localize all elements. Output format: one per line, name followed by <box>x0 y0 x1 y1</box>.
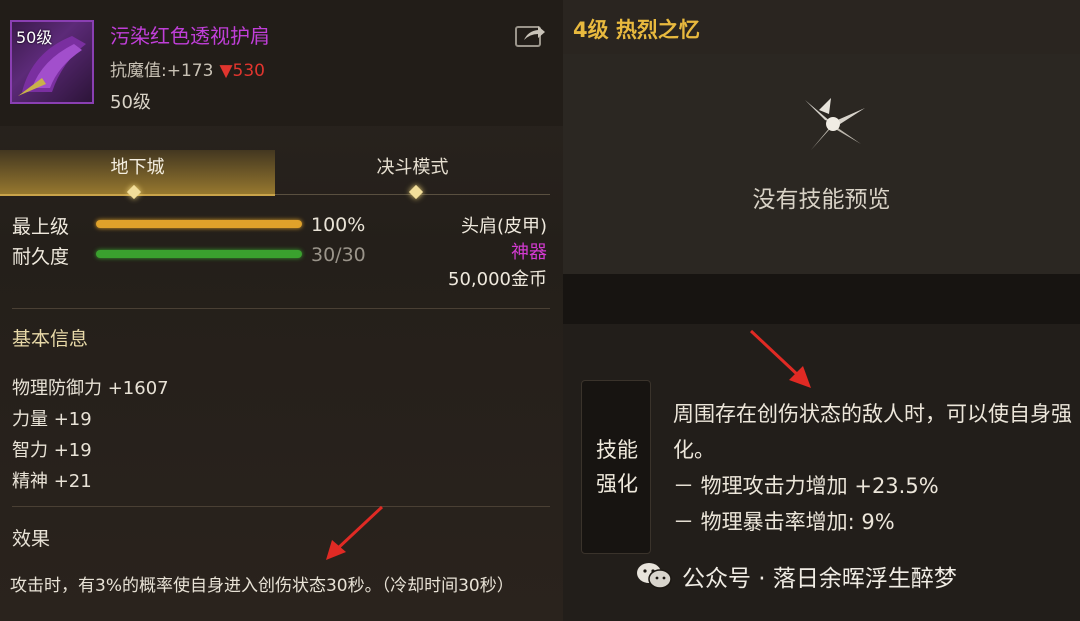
annotation-arrow-icon <box>326 505 384 560</box>
durability-label: 耐久度 <box>12 246 70 268</box>
skill-placeholder-icon <box>805 98 865 150</box>
skill-description: 周围存在创伤状态的敌人时，可以使自身强化。 <box>673 402 1072 462</box>
item-price: 50,000金币 <box>448 269 547 290</box>
skill-panel: 4级 热烈之忆 没有技能预览 技能 强化 周围存在创伤状态的敌人时，可以使自身强… <box>563 0 1080 621</box>
skill-effect-crit: － 物理暴击率增加: 9% <box>673 510 895 534</box>
item-icon[interactable]: 50级 <box>10 20 94 104</box>
grade-value: 100% <box>311 214 366 236</box>
skill-preview-box <box>563 54 1080 274</box>
no-skill-preview-text: 没有技能预览 <box>752 187 891 213</box>
skill-effect-attack: － 物理攻击力增加 +23.5% <box>673 474 939 498</box>
durability-value: 30/30 <box>311 244 366 266</box>
item-header: 50级 污染红色透视护肩 抗魔值:+173 ▼530 50级 <box>0 0 563 126</box>
stat-value: +173 <box>166 61 214 81</box>
anti-magic-stat: 抗魔值:+173 ▼530 <box>110 56 265 81</box>
skill-title: 4级 热烈之忆 <box>573 18 700 42</box>
tag-line-2: 强化 <box>596 472 638 496</box>
skill-panel-header: 4级 热烈之忆 <box>563 0 1080 54</box>
skill-enhance-tag: 技能 强化 <box>581 380 651 554</box>
basic-info-title: 基本信息 <box>12 328 89 350</box>
divider <box>12 308 550 309</box>
effect-text: 攻击时，有3%的概率使自身进入创伤状态30秒。（冷却时间30秒） <box>10 576 514 596</box>
wechat-icon <box>637 563 672 589</box>
grade-bar <box>96 220 302 228</box>
grade-label: 最上级 <box>12 216 70 238</box>
annotation-arrow-icon <box>749 329 811 388</box>
durability-bar <box>96 250 302 258</box>
divider <box>12 506 550 507</box>
attr-spirit: 精神 +21 <box>12 471 92 492</box>
watermark-text: 公众号 · 落日余晖浮生醉梦 <box>682 566 957 592</box>
item-rarity: 神器 <box>511 242 547 263</box>
tag-line-1: 技能 <box>596 438 638 462</box>
grade-bar-fill <box>96 220 302 228</box>
effect-title: 效果 <box>12 528 51 550</box>
attr-physical-defense: 物理防御力 +1607 <box>12 378 169 399</box>
durability-bar-fill <box>96 250 302 258</box>
stat-label: 抗魔值: <box>110 61 167 81</box>
item-name: 污染红色透视护肩 <box>110 24 270 48</box>
stat-change-down: ▼530 <box>219 61 265 81</box>
item-icon-level: 50级 <box>16 28 53 47</box>
item-tooltip-panel: 50级 污染红色透视护肩 抗魔值:+173 ▼530 50级 地下城 决斗模式 最… <box>0 0 563 621</box>
item-slot: 头肩(皮甲) <box>460 216 547 237</box>
share-icon[interactable] <box>514 22 546 48</box>
section-band <box>563 274 1080 324</box>
mode-tabs: 地下城 决斗模式 <box>0 150 550 196</box>
attr-strength: 力量 +19 <box>12 409 92 430</box>
attr-intelligence: 智力 +19 <box>12 440 92 461</box>
skill-enhance-tag-label: 技能 强化 <box>582 433 652 501</box>
item-level: 50级 <box>110 92 151 113</box>
